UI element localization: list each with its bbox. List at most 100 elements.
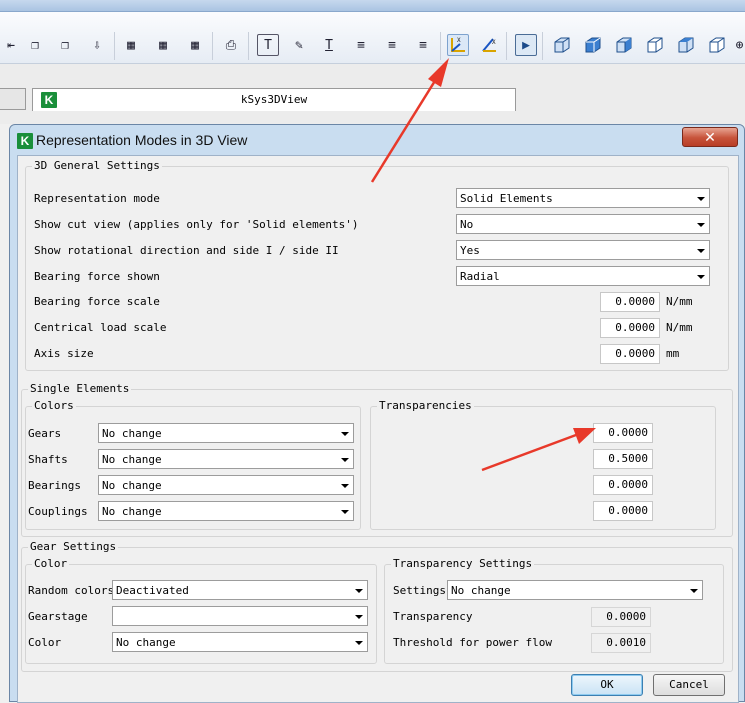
cube-side-icon[interactable]	[613, 34, 635, 56]
rotational-direction-label: Show rotational direction and side I / s…	[34, 244, 339, 257]
text-underline-icon[interactable]: T	[318, 34, 340, 56]
axis-size-unit: mm	[666, 347, 680, 360]
bearings-transparency-input[interactable]: 0.0000	[593, 475, 653, 495]
gear-color-legend: Color	[32, 557, 70, 571]
bearing-force-scale-label: Bearing force scale	[34, 295, 160, 308]
close-button[interactable]: ✕	[682, 127, 738, 147]
cube-iso-icon[interactable]	[675, 34, 697, 56]
toolbar-separator	[542, 32, 543, 60]
cube-front-icon[interactable]	[582, 34, 604, 56]
merge-icon[interactable]: ⇤	[0, 34, 22, 56]
dialog-client-area: 3D General Settings Representation mode …	[17, 155, 739, 703]
svg-text:X: X	[492, 39, 496, 46]
gears-transparency-input[interactable]: 0.0000	[593, 423, 653, 443]
gears-color-select[interactable]: No change	[98, 423, 354, 443]
transparency-settings-value: No change	[451, 584, 511, 597]
axis-zxy-icon[interactable]: X	[447, 34, 469, 56]
table-add-icon[interactable]: ▦	[152, 34, 174, 56]
transparency-settings-legend: Transparency Settings	[391, 557, 535, 571]
align-left-icon[interactable]: ≡	[350, 34, 372, 56]
document-tab[interactable]: K kSys3DView	[32, 88, 516, 111]
cube-view-icon[interactable]: ⊕	[734, 34, 745, 56]
show-cut-view-select[interactable]: No	[456, 214, 710, 234]
random-colors-label: Random colors	[28, 584, 115, 597]
text-box-glyph: T	[264, 37, 272, 53]
shafts-label: Shafts	[28, 453, 68, 466]
representation-mode-select[interactable]: Solid Elements	[456, 188, 710, 208]
rotational-direction-select[interactable]: Yes	[456, 240, 710, 260]
chevron-down-icon	[697, 197, 705, 201]
align-center-icon[interactable]: ≡	[381, 34, 403, 56]
couplings-transparency-input[interactable]: 0.0000	[593, 501, 653, 521]
chevron-down-icon	[697, 223, 705, 227]
play-glyph: ▶	[522, 37, 530, 53]
window-title-strip	[0, 0, 745, 12]
gears-label: Gears	[28, 427, 62, 440]
toolbar-separator	[440, 32, 441, 60]
general-settings-group: 3D General Settings Representation mode …	[25, 159, 729, 371]
gear-settings-group: Gear Settings Color Random colors Deacti…	[21, 540, 733, 672]
chevron-down-icon	[341, 484, 349, 488]
couplings-color-value: No change	[102, 505, 162, 518]
chevron-down-icon	[690, 589, 698, 593]
gearstage-label: Gearstage	[28, 610, 88, 623]
document-tab-title: kSys3DView	[240, 93, 308, 106]
representation-modes-dialog: K Representation Modes in 3D View ✕ 3D G…	[9, 124, 745, 703]
shafts-transparency-input[interactable]: 0.5000	[593, 449, 653, 469]
toolbar-separator	[114, 32, 115, 60]
centrical-load-scale-unit: N/mm	[666, 321, 693, 334]
toolbar-separator	[506, 32, 507, 60]
cube-icon[interactable]	[551, 34, 573, 56]
bearing-force-shown-label: Bearing force shown	[34, 270, 160, 283]
print-icon[interactable]: ⎙	[220, 34, 242, 56]
general-settings-legend: 3D General Settings	[32, 159, 162, 173]
centrical-load-scale-label: Centrical load scale	[34, 321, 167, 334]
align-right-icon[interactable]: ≡	[412, 34, 434, 56]
transparency-settings-group: Transparency Settings Settings No change…	[384, 557, 724, 664]
document-tab-previous[interactable]	[0, 88, 26, 110]
gear-transparency-label: Transparency	[393, 610, 473, 623]
cancel-button[interactable]: Cancel	[653, 674, 725, 696]
bearing-force-scale-unit: N/mm	[666, 295, 693, 308]
paste-icon[interactable]: ❐	[54, 34, 76, 56]
axis-zxy-2-icon[interactable]: X	[478, 34, 500, 56]
shafts-color-select[interactable]: No change	[98, 449, 354, 469]
show-cut-view-label: Show cut view (applies only for 'Solid e…	[34, 218, 359, 231]
colors-legend: Colors	[32, 399, 76, 413]
threshold-power-flow-label: Threshold for power flow	[393, 636, 552, 649]
text-box-icon[interactable]: T	[257, 34, 279, 56]
random-colors-select[interactable]: Deactivated	[112, 580, 368, 600]
rotational-direction-value: Yes	[460, 244, 480, 257]
centrical-load-scale-input[interactable]: 0.0000	[600, 318, 660, 338]
couplings-color-select[interactable]: No change	[98, 501, 354, 521]
transparency-settings-select[interactable]: No change	[447, 580, 703, 600]
cube-wire-icon[interactable]	[706, 34, 728, 56]
bearing-force-shown-value: Radial	[460, 270, 500, 283]
chevron-down-icon	[355, 641, 363, 645]
cube-top-icon[interactable]	[644, 34, 666, 56]
play-icon[interactable]: ▶	[515, 34, 537, 56]
paste-down-icon[interactable]: ⇩	[86, 34, 108, 56]
bearing-force-shown-select[interactable]: Radial	[456, 266, 710, 286]
bearing-force-scale-input[interactable]: 0.0000	[600, 292, 660, 312]
gearstage-select[interactable]	[112, 606, 368, 626]
paint-icon[interactable]: ✎	[288, 34, 310, 56]
table-add-2-icon[interactable]: ▦	[184, 34, 206, 56]
axis-size-label: Axis size	[34, 347, 94, 360]
gear-color-label: Color	[28, 636, 62, 649]
gears-color-value: No change	[102, 427, 162, 440]
bearings-color-value: No change	[102, 479, 162, 492]
svg-text:X: X	[457, 37, 461, 44]
bearings-color-select[interactable]: No change	[98, 475, 354, 495]
copy-icon[interactable]: ❐	[24, 34, 46, 56]
gear-color-select[interactable]: No change	[112, 632, 368, 652]
ok-button[interactable]: OK	[571, 674, 643, 696]
chevron-down-icon	[697, 275, 705, 279]
chevron-down-icon	[341, 432, 349, 436]
table-text-icon[interactable]: ▦	[120, 34, 142, 56]
main-toolbar: ⇤ ❐ ❐ ⇩ ▦ ▦ ▦ ⎙ T ✎ T ≡ ≡ ≡ X X ▶ ⊕	[0, 12, 745, 64]
settings-label: Settings	[393, 584, 446, 597]
colors-group: Colors Gears No change Shafts No change …	[25, 399, 361, 530]
axis-size-input[interactable]: 0.0000	[600, 344, 660, 364]
shafts-color-value: No change	[102, 453, 162, 466]
